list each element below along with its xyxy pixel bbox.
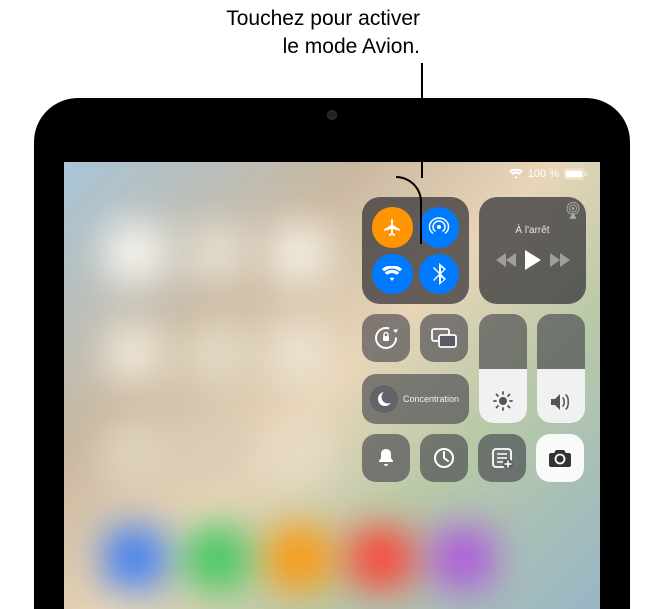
focus-toggle[interactable]: Concentration xyxy=(362,374,469,424)
wifi-status-icon xyxy=(509,169,523,180)
bluetooth-icon xyxy=(432,263,446,285)
bluetooth-toggle[interactable] xyxy=(419,254,460,295)
play-icon xyxy=(525,250,541,270)
callout-pointer xyxy=(421,63,423,178)
timer-icon xyxy=(433,447,455,469)
airdrop-toggle[interactable] xyxy=(419,207,460,248)
moon-icon xyxy=(376,391,392,407)
media-module[interactable]: À l'arrêt xyxy=(479,197,586,304)
screen-mirroring-button[interactable] xyxy=(420,314,468,362)
status-bar: 100 % xyxy=(509,168,588,180)
media-previous-button[interactable] xyxy=(496,253,516,267)
wifi-icon xyxy=(382,266,402,282)
camera-icon xyxy=(548,448,572,468)
bell-icon xyxy=(376,447,396,469)
volume-icon xyxy=(550,393,572,411)
media-status-label: À l'arrêt xyxy=(487,225,578,236)
front-camera xyxy=(327,110,337,120)
previous-icon xyxy=(496,253,516,267)
battery-status-icon xyxy=(564,168,588,180)
ipad-frame: 100 % xyxy=(34,98,630,609)
volume-slider[interactable] xyxy=(537,314,585,423)
ipad-screen: 100 % xyxy=(64,162,600,609)
screen-mirroring-icon xyxy=(431,328,457,348)
wifi-toggle[interactable] xyxy=(372,254,413,295)
rotation-lock-icon xyxy=(373,325,399,351)
media-next-button[interactable] xyxy=(550,253,570,267)
airplay-icon[interactable] xyxy=(563,201,583,219)
media-play-button[interactable] xyxy=(525,250,541,270)
note-icon xyxy=(491,447,513,469)
callout-line2: le mode Avion. xyxy=(283,35,420,58)
camera-button[interactable] xyxy=(536,434,584,482)
airdrop-icon xyxy=(428,216,450,238)
orientation-lock-toggle[interactable] xyxy=(362,314,410,362)
callout-text: Touchez pour activer le mode Avion. xyxy=(120,5,420,62)
silent-mode-toggle[interactable] xyxy=(362,434,410,482)
callout-line1: Touchez pour activer xyxy=(226,7,420,30)
quick-note-button[interactable] xyxy=(478,434,526,482)
brightness-icon xyxy=(493,391,513,411)
timer-button[interactable] xyxy=(420,434,468,482)
next-icon xyxy=(550,253,570,267)
brightness-slider[interactable] xyxy=(479,314,527,423)
battery-percentage: 100 % xyxy=(528,168,559,180)
focus-label: Concentration xyxy=(403,394,459,404)
